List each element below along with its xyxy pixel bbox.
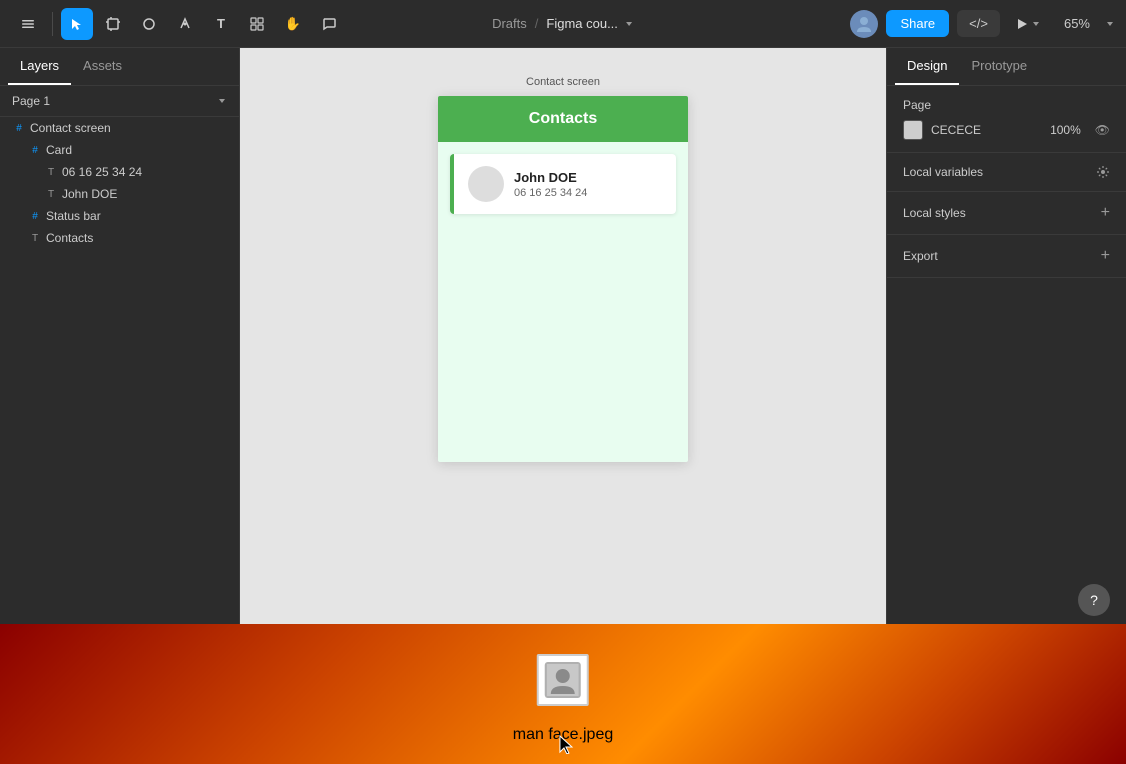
local-styles-header[interactable]: Local styles +	[903, 204, 1110, 222]
play-chevron-icon	[1032, 20, 1040, 28]
contact-card[interactable]: John DOE 06 16 25 34 24	[450, 154, 676, 214]
page-chevron-icon	[217, 96, 227, 106]
contact-info: John DOE 06 16 25 34 24	[514, 170, 662, 199]
main-menu-button[interactable]	[12, 8, 44, 40]
panel-section-local-variables: Local variables	[887, 153, 1126, 192]
contact-avatar	[468, 166, 504, 202]
contact-phone: 06 16 25 34 24	[514, 187, 662, 199]
layer-label-contact-screen: Contact screen	[30, 121, 111, 135]
layer-label-status-bar: Status bar	[46, 209, 101, 223]
toolbar-right: Share </> 65%	[850, 10, 1114, 38]
panel-section-page: Page CECECE 100% 👁	[887, 86, 1126, 153]
frame-tool-button[interactable]	[97, 8, 129, 40]
breadcrumb-parent[interactable]: Drafts	[492, 16, 527, 31]
local-variables-title: Local variables	[903, 165, 983, 179]
phone-body: John DOE 06 16 25 34 24	[438, 142, 688, 462]
page-selector[interactable]: Page 1	[0, 86, 239, 117]
thumbnail-inner	[545, 662, 581, 698]
shapes-tool-button[interactable]	[133, 8, 165, 40]
tab-prototype[interactable]: Prototype	[959, 48, 1039, 85]
sidebar: Layers Assets Page 1 # Contact screen # …	[0, 48, 240, 624]
layers-list: # Contact screen # Card T 06 16 25 34 24…	[0, 117, 239, 249]
frame-icon-contact-screen: #	[12, 123, 26, 134]
layer-item-contact-screen[interactable]: # Contact screen	[0, 117, 239, 139]
page-section-title: Page	[903, 98, 931, 112]
layer-label-john: John DOE	[62, 187, 117, 201]
man-face-preview	[547, 664, 579, 696]
divider-1	[52, 12, 53, 36]
page-color-swatch[interactable]	[903, 120, 923, 140]
tab-design[interactable]: Design	[895, 48, 959, 85]
local-variables-settings-icon[interactable]	[1096, 165, 1110, 179]
canvas-frame-label: Contact screen	[526, 76, 600, 88]
zoom-chevron-icon[interactable]	[1106, 20, 1114, 28]
frame-icon-card: #	[28, 145, 42, 156]
sidebar-tabs: Layers Assets	[0, 48, 239, 86]
code-button[interactable]: </>	[957, 10, 1000, 37]
panel-tabs: Design Prototype	[887, 48, 1126, 86]
panel-section-export: Export +	[887, 235, 1126, 278]
help-button[interactable]: ?	[1078, 584, 1110, 616]
text-icon-contacts: T	[28, 233, 42, 244]
layer-item-phone-number[interactable]: T 06 16 25 34 24	[0, 161, 239, 183]
layer-item-contacts[interactable]: T Contacts	[0, 227, 239, 249]
share-button[interactable]: Share	[886, 10, 949, 37]
breadcrumb-separator: /	[535, 16, 539, 31]
comment-tool-button[interactable]	[313, 8, 345, 40]
dragging-item: man face.jpeg	[513, 654, 614, 744]
pen-tool-button[interactable]	[169, 8, 201, 40]
layer-item-status-bar[interactable]: # Status bar	[0, 205, 239, 227]
layer-label-card: Card	[46, 143, 72, 157]
text-icon-john: T	[44, 189, 58, 200]
page-color-value[interactable]: CECECE	[931, 123, 981, 137]
chevron-down-icon[interactable]	[624, 19, 634, 29]
canvas-area[interactable]: Contact screen Contacts John DOE 06 16 2…	[240, 48, 886, 624]
zoom-control[interactable]: 65%	[1056, 10, 1098, 37]
panel-section-local-styles: Local styles +	[887, 192, 1126, 235]
contacts-header-text: Contacts	[454, 110, 672, 128]
export-add-icon[interactable]: +	[1101, 247, 1110, 265]
contact-name: John DOE	[514, 170, 662, 185]
text-tool-button[interactable]: T	[205, 8, 237, 40]
avatar	[850, 10, 878, 38]
play-icon	[1016, 18, 1028, 30]
page-opacity-value[interactable]: 100%	[1050, 123, 1081, 137]
tab-assets[interactable]: Assets	[71, 48, 134, 85]
toolbar-center: Drafts / Figma cou...	[492, 16, 634, 31]
help-button-container: ?	[1078, 584, 1110, 616]
toolbar: T ✋ Drafts / Figma cou...	[0, 0, 1126, 48]
phone-mockup: Contacts John DOE 06 16 25 34 24	[438, 96, 688, 462]
export-title: Export	[903, 249, 938, 263]
export-header[interactable]: Export +	[903, 247, 1110, 265]
dragging-thumbnail	[537, 654, 589, 706]
move-tool-button[interactable]	[61, 8, 93, 40]
tab-layers[interactable]: Layers	[8, 48, 71, 85]
code-icon: </>	[969, 16, 988, 31]
page-color-row: CECECE 100% 👁	[903, 120, 1110, 140]
phone-header: Contacts	[438, 96, 688, 142]
text-icon-phone: T	[44, 167, 58, 178]
hand-tool-button[interactable]: ✋	[277, 8, 309, 40]
layer-item-card[interactable]: # Card	[0, 139, 239, 161]
toolbar-left: T ✋	[12, 8, 345, 40]
visibility-toggle-icon[interactable]: 👁	[1095, 123, 1110, 137]
layer-item-john-doe[interactable]: T John DOE	[0, 183, 239, 205]
local-styles-add-icon[interactable]: +	[1101, 204, 1110, 222]
layer-label-contacts: Contacts	[46, 231, 93, 245]
file-title[interactable]: Figma cou...	[546, 16, 618, 31]
play-button[interactable]	[1008, 12, 1048, 36]
layer-label-phone: 06 16 25 34 24	[62, 165, 142, 179]
body-row: Layers Assets Page 1 # Contact screen # …	[0, 48, 1126, 624]
local-variables-header[interactable]: Local variables	[903, 165, 1110, 179]
taskbar: man face.jpeg	[0, 624, 1126, 764]
drag-cursor-icon	[558, 734, 574, 754]
frame-icon-status-bar: #	[28, 211, 42, 222]
page-name: Page 1	[12, 94, 217, 108]
components-tool-button[interactable]	[241, 8, 273, 40]
page-section-header[interactable]: Page	[903, 98, 1110, 112]
right-panel: Design Prototype Page CECECE 100% 👁 Loca…	[886, 48, 1126, 624]
local-styles-title: Local styles	[903, 206, 966, 220]
